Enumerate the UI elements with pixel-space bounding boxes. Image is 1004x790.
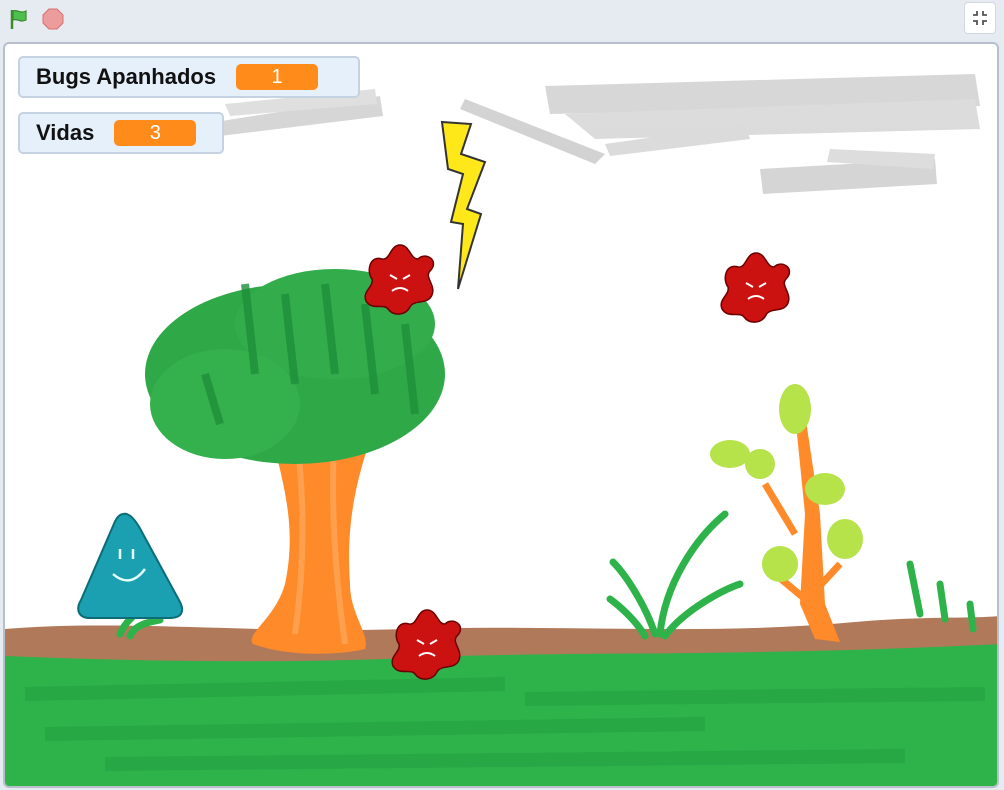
stage[interactable]: Bugs Apanhados 1 Vidas 3 [3,42,999,788]
monitor-value: 1 [236,64,319,90]
stage-backdrop [5,74,997,786]
green-flag-icon[interactable] [6,6,32,32]
small-tree [710,384,863,642]
variable-monitor-lives: Vidas 3 [18,112,224,154]
monitor-label: Vidas [36,120,95,145]
monitor-value: 3 [114,120,197,146]
player-sprite [77,512,184,619]
exit-fullscreen-button[interactable] [964,2,996,34]
bug-sprite [720,252,791,323]
stop-sign-icon[interactable] [40,6,66,32]
exit-fullscreen-icon [973,11,987,25]
lightning-bolt [440,120,487,290]
stage-toolbar [0,0,1004,38]
monitor-label: Bugs Apanhados [36,64,217,89]
variable-monitor-bugs: Bugs Apanhados 1 [18,56,360,98]
